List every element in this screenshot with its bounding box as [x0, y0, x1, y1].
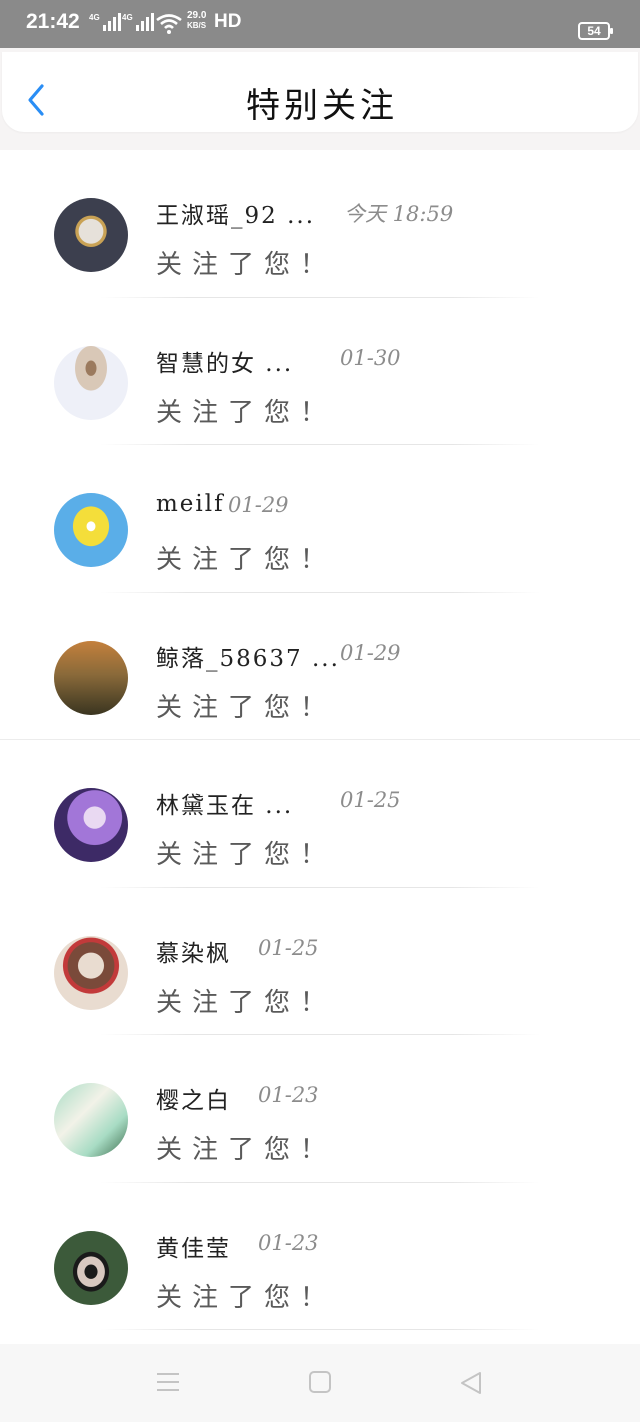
message: 关注了您！ — [156, 250, 337, 280]
menu-icon[interactable] — [155, 1370, 181, 1394]
status-bar: 21:42 4G 4G 29.0 KB/S HD 54 — [0, 0, 640, 48]
home-square-icon[interactable] — [308, 1370, 332, 1394]
message: 关注了您！ — [156, 840, 337, 870]
timestamp: 01-23 — [258, 1230, 319, 1255]
user-name[interactable]: meilf — [156, 491, 225, 517]
page-title: 特别关注 — [246, 86, 398, 126]
message: 关注了您！ — [156, 545, 337, 575]
list-item[interactable]: 智慧的女 ... 01-30 关注了您！ — [0, 298, 640, 445]
header: 特别关注 — [0, 48, 640, 150]
status-time: 21:42 — [26, 10, 80, 33]
timestamp: 01-25 — [258, 935, 319, 960]
user-name[interactable]: 智慧的女 ... — [156, 344, 293, 378]
user-name[interactable]: 黄佳莹 — [156, 1229, 231, 1263]
network-type-2: 4G — [122, 13, 133, 22]
message: 关注了您！ — [156, 987, 337, 1018]
user-name[interactable]: 林黛玉在 ... — [156, 786, 293, 820]
hd-indicator: HD — [214, 11, 242, 32]
timestamp: 01-25 — [340, 788, 401, 812]
battery-level: 54 — [587, 24, 601, 38]
timestamp: 01-30 — [340, 345, 401, 370]
network-speed: 29.0 KB/S — [187, 11, 206, 31]
navigation-bar — [0, 1344, 640, 1422]
list-item[interactable]: 樱之白 01-23 关注了您！ — [0, 1035, 640, 1183]
user-name[interactable]: 樱之白 — [156, 1081, 231, 1115]
list-item[interactable]: 鲸落_58637 ... 01-29 关注了您！ — [0, 593, 640, 740]
message: 关注了您！ — [156, 1135, 337, 1165]
user-name[interactable]: 慕染枫 — [156, 934, 231, 968]
network-type-1: 4G — [89, 13, 100, 22]
message: 关注了您！ — [156, 397, 337, 428]
message: 关注了您！ — [156, 692, 337, 723]
user-name[interactable]: 鲸落_58637 ... — [156, 639, 340, 673]
avatar[interactable] — [54, 935, 128, 1010]
avatar[interactable] — [54, 1083, 128, 1157]
back-triangle-icon[interactable] — [458, 1370, 484, 1396]
timestamp: 01-29 — [228, 493, 289, 517]
wifi-icon — [156, 14, 182, 34]
avatar[interactable] — [54, 345, 128, 420]
notification-list: 王淑瑶_92 ... 今天 18:59 关注了您！ 智慧的女 ... 01-30… — [0, 150, 640, 1330]
list-item[interactable]: 林黛玉在 ... 01-25 关注了您！ — [0, 740, 640, 888]
list-item[interactable]: 王淑瑶_92 ... 今天 18:59 关注了您！ — [0, 150, 640, 298]
divider — [100, 1329, 540, 1330]
avatar[interactable] — [54, 198, 128, 272]
speed-value: 29.0 — [187, 10, 207, 21]
avatar[interactable] — [54, 1230, 128, 1305]
avatar[interactable] — [54, 493, 128, 567]
timestamp: 01-23 — [258, 1083, 319, 1107]
user-name[interactable]: 王淑瑶_92 ... — [156, 196, 315, 230]
timestamp: 01-29 — [340, 640, 401, 665]
avatar[interactable] — [54, 640, 128, 715]
signal-icon-2: 4G — [122, 13, 154, 31]
avatar[interactable] — [54, 788, 128, 862]
battery-icon: 54 — [578, 22, 613, 40]
signal-icon-1: 4G — [89, 13, 121, 31]
speed-unit: KB/S — [187, 21, 207, 30]
list-item[interactable]: 黄佳莹 01-23 关注了您！ — [0, 1183, 640, 1330]
message: 关注了您！ — [156, 1282, 337, 1313]
timestamp: 今天 18:59 — [344, 202, 454, 226]
list-item[interactable]: 慕染枫 01-25 关注了您！ — [0, 888, 640, 1035]
list-item[interactable]: meilf 01-29 关注了您！ — [0, 445, 640, 593]
header-card: 特别关注 — [2, 52, 638, 132]
